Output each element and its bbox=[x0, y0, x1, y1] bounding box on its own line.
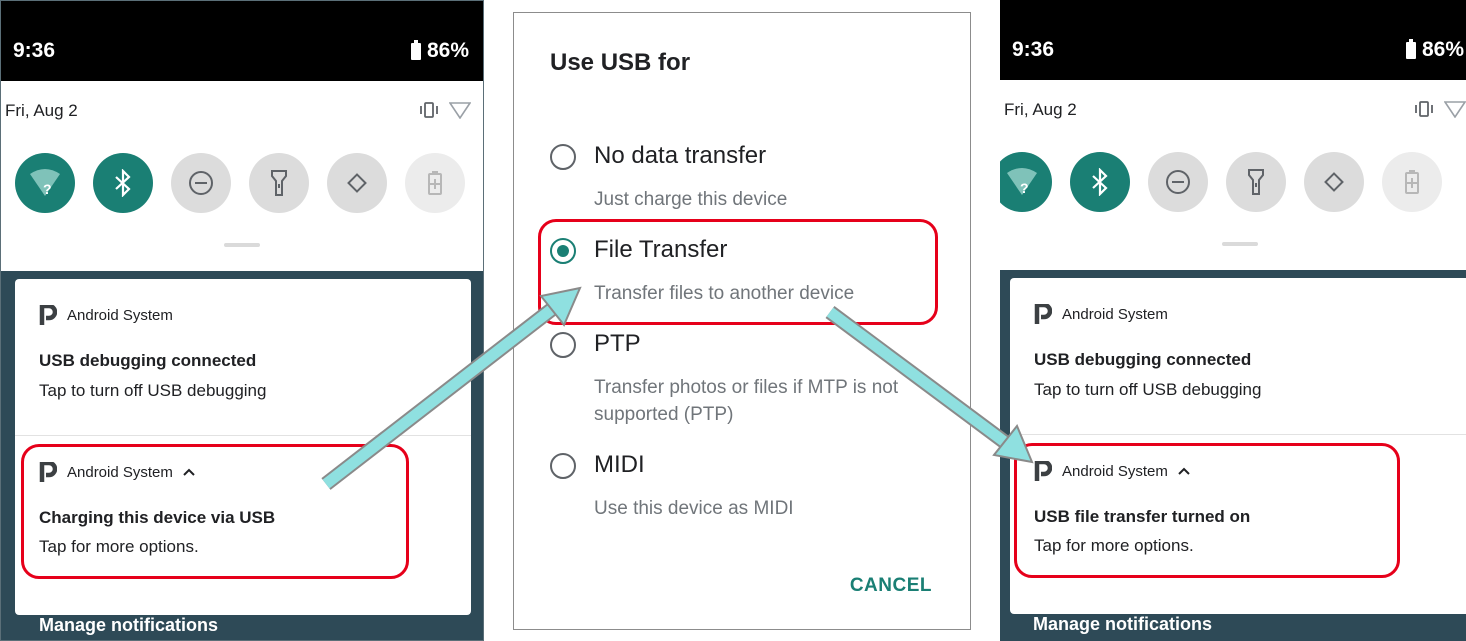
dialog-title: Use USB for bbox=[550, 49, 691, 76]
notification-usb-debugging[interactable]: Android System USB debugging connected T… bbox=[15, 279, 471, 434]
bluetooth-icon bbox=[1092, 168, 1108, 196]
tile-do-not-disturb[interactable] bbox=[171, 153, 231, 213]
manage-notifications-button[interactable]: Manage notifications bbox=[39, 615, 218, 636]
battery-icon bbox=[410, 39, 421, 60]
auto-rotate-icon bbox=[347, 173, 367, 193]
app-p-logo-icon bbox=[1034, 304, 1052, 324]
tile-wifi[interactable]: ? bbox=[15, 153, 75, 213]
tile-flashlight[interactable] bbox=[1226, 152, 1286, 212]
tile-auto-rotate[interactable] bbox=[327, 153, 387, 213]
svg-text:?: ? bbox=[43, 181, 52, 197]
left-phone-screen: 9:36 86% Fri, Aug 2 ? Android System USB… bbox=[0, 0, 484, 641]
battery-percent: 86% bbox=[1421, 38, 1464, 61]
svg-text:?: ? bbox=[1020, 180, 1029, 196]
battery-saver-icon bbox=[1405, 170, 1419, 194]
cancel-button[interactable]: CANCEL bbox=[850, 575, 932, 597]
qs-tiles: ? bbox=[15, 153, 465, 213]
qs-tiles: ? bbox=[1000, 152, 1442, 212]
qs-status-icons bbox=[1414, 100, 1466, 118]
notification-text: Tap to turn off USB debugging bbox=[1034, 380, 1262, 399]
option-description: Use this device as MIDI bbox=[594, 498, 794, 519]
flashlight-icon bbox=[1248, 169, 1264, 195]
notification-header: Android System bbox=[1034, 304, 1168, 324]
tile-wifi[interactable]: ? bbox=[1000, 152, 1052, 212]
tile-battery-saver[interactable] bbox=[1382, 152, 1442, 212]
quick-settings: Fri, Aug 2 ? bbox=[1, 81, 483, 271]
vibrate-icon bbox=[420, 102, 438, 118]
radio-ptp[interactable] bbox=[550, 332, 576, 358]
tile-flashlight[interactable] bbox=[249, 153, 309, 213]
status-bar: 9:36 86% bbox=[1000, 0, 1466, 80]
highlight-file-transfer-notification bbox=[1014, 443, 1400, 578]
notification-title: USB debugging connected bbox=[1034, 350, 1252, 369]
option-label: MIDI bbox=[594, 451, 645, 478]
status-battery: 86% bbox=[410, 39, 469, 63]
option-label: No data transfer bbox=[594, 142, 767, 169]
notification-header: Android System bbox=[39, 305, 173, 325]
option-description: Just charge this device bbox=[594, 189, 788, 210]
qs-status-icons bbox=[419, 101, 471, 119]
highlight-file-transfer-option bbox=[538, 219, 938, 325]
qs-date: Fri, Aug 2 bbox=[5, 101, 78, 120]
option-label: PTP bbox=[594, 330, 641, 357]
auto-rotate-icon bbox=[1324, 172, 1344, 192]
shade-handle[interactable] bbox=[224, 243, 260, 247]
highlight-charging-notification bbox=[21, 444, 409, 579]
notification-app-name: Android System bbox=[67, 306, 173, 324]
tile-bluetooth[interactable] bbox=[1070, 152, 1130, 212]
wifi-icon: ? bbox=[1007, 168, 1037, 196]
tile-battery-saver[interactable] bbox=[405, 153, 465, 213]
battery-saver-icon bbox=[428, 171, 442, 195]
battery-percent: 86% bbox=[426, 39, 469, 62]
tile-do-not-disturb[interactable] bbox=[1148, 152, 1208, 212]
notification-app-name: Android System bbox=[1062, 305, 1168, 323]
status-time: 9:36 bbox=[13, 39, 56, 62]
battery-icon bbox=[1405, 38, 1416, 59]
notification-title: USB debugging connected bbox=[39, 351, 257, 370]
status-bar: 9:36 86% bbox=[1, 1, 483, 81]
tile-bluetooth[interactable] bbox=[93, 153, 153, 213]
notification-usb-debugging[interactable]: Android System USB debugging connected T… bbox=[1010, 278, 1466, 433]
manage-notifications-button[interactable]: Manage notifications bbox=[1033, 614, 1212, 635]
right-phone-screen: 9:36 86% Fri, Aug 2 ? Android System USB… bbox=[1000, 0, 1466, 641]
flashlight-icon bbox=[271, 170, 287, 196]
status-battery: 86% bbox=[1405, 38, 1464, 62]
tile-auto-rotate[interactable] bbox=[1304, 152, 1364, 212]
qs-date: Fri, Aug 2 bbox=[1004, 100, 1077, 119]
wifi-signal-icon bbox=[449, 102, 471, 119]
status-time: 9:36 bbox=[1012, 38, 1055, 61]
radio-no-data-transfer[interactable] bbox=[550, 144, 576, 170]
wifi-icon: ? bbox=[30, 169, 60, 197]
do-not-disturb-icon bbox=[1166, 170, 1190, 194]
vibrate-icon bbox=[1415, 101, 1433, 117]
quick-settings: Fri, Aug 2 ? bbox=[1000, 80, 1466, 270]
use-usb-for-dialog: Use USB for No data transfer Just charge… bbox=[513, 12, 971, 630]
option-description: Transfer photos or files if MTP is not s… bbox=[594, 377, 899, 425]
radio-midi[interactable] bbox=[550, 453, 576, 479]
notification-text: Tap to turn off USB debugging bbox=[39, 381, 267, 400]
app-p-logo-icon bbox=[39, 305, 57, 325]
bluetooth-icon bbox=[115, 169, 131, 197]
do-not-disturb-icon bbox=[189, 171, 213, 195]
wifi-signal-icon bbox=[1444, 101, 1466, 118]
shade-handle[interactable] bbox=[1222, 242, 1258, 246]
